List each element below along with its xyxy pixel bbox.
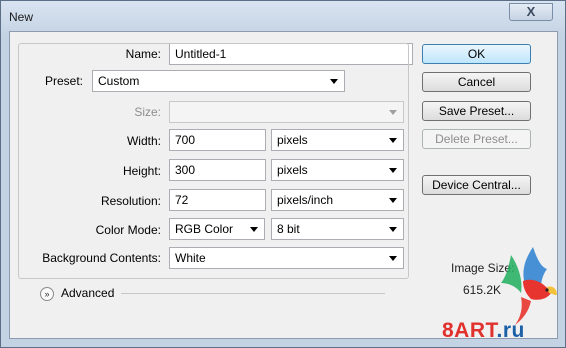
watermark-text: 8ART.ru bbox=[442, 319, 525, 343]
height-field[interactable]: 300 bbox=[169, 159, 266, 181]
chevron-down-icon bbox=[389, 138, 397, 143]
color-mode-value: RGB Color bbox=[175, 222, 234, 236]
height-unit-value: pixels bbox=[277, 163, 308, 177]
device-central-button[interactable]: Device Central... bbox=[422, 175, 531, 195]
chevron-down-icon bbox=[389, 110, 397, 115]
close-button[interactable]: X bbox=[509, 3, 553, 21]
width-field[interactable]: 700 bbox=[169, 129, 266, 151]
size-label: Size: bbox=[134, 105, 161, 119]
background-contents-label: Background Contents: bbox=[42, 251, 161, 265]
resolution-label: Resolution: bbox=[100, 194, 161, 208]
background-contents-dropdown[interactable]: White bbox=[169, 247, 404, 269]
parrot-logo-icon bbox=[501, 247, 557, 325]
save-preset-button[interactable]: Save Preset... bbox=[422, 101, 531, 121]
advanced-expand-icon[interactable]: » bbox=[40, 287, 54, 301]
width-unit-dropdown[interactable]: pixels bbox=[271, 129, 404, 151]
preset-label: Preset: bbox=[43, 74, 86, 88]
chevron-down-icon bbox=[250, 227, 258, 232]
advanced-divider bbox=[121, 293, 385, 294]
new-document-dialog: New X Name: Untitled-1 Preset: Custom Si… bbox=[0, 0, 566, 348]
width-label: Width: bbox=[126, 134, 161, 148]
advanced-label[interactable]: Advanced bbox=[61, 286, 114, 300]
chevron-down-icon bbox=[389, 227, 397, 232]
resolution-field[interactable]: 72 bbox=[169, 189, 266, 211]
chevron-down-icon bbox=[389, 168, 397, 173]
cancel-button[interactable]: Cancel bbox=[422, 72, 531, 92]
dialog-title: New bbox=[9, 10, 34, 24]
watermark-brand: 8ART bbox=[442, 319, 497, 342]
preset-dropdown[interactable]: Custom bbox=[92, 70, 345, 92]
chevron-down-icon bbox=[330, 79, 338, 84]
resolution-unit-dropdown[interactable]: pixels/inch bbox=[271, 189, 404, 211]
width-unit-value: pixels bbox=[277, 133, 308, 147]
chevron-down-icon bbox=[389, 198, 397, 203]
height-unit-dropdown[interactable]: pixels bbox=[271, 159, 404, 181]
bit-depth-dropdown[interactable]: 8 bit bbox=[271, 218, 404, 240]
color-mode-label: Color Mode: bbox=[95, 223, 161, 237]
height-label: Height: bbox=[122, 164, 161, 178]
bit-depth-value: 8 bit bbox=[277, 222, 300, 236]
background-contents-value: White bbox=[175, 251, 206, 265]
size-dropdown bbox=[169, 101, 404, 123]
preset-value: Custom bbox=[98, 74, 140, 88]
resolution-unit-value: pixels/inch bbox=[277, 193, 334, 207]
chevron-down-icon bbox=[389, 256, 397, 261]
delete-preset-button: Delete Preset... bbox=[422, 129, 531, 149]
color-mode-dropdown[interactable]: RGB Color bbox=[169, 218, 265, 240]
watermark-domain: .ru bbox=[496, 319, 525, 342]
ok-button[interactable]: OK bbox=[422, 44, 531, 64]
